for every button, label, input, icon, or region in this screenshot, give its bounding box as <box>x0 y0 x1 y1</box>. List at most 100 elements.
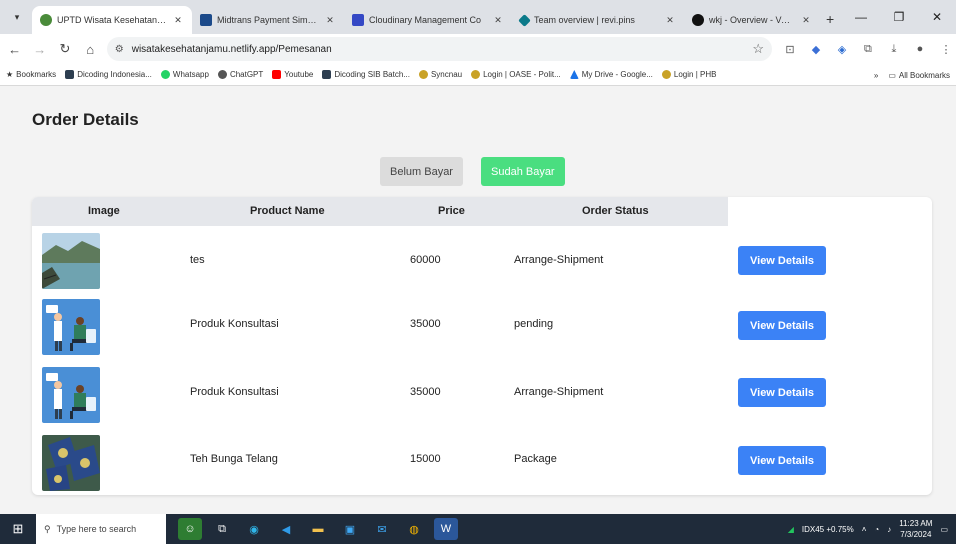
stocks-widget[interactable]: IDX45 +0.75% <box>802 525 854 534</box>
close-icon[interactable]: ✕ <box>800 15 812 26</box>
windows-start-icon[interactable]: ⊞ <box>0 521 36 537</box>
file-explorer-icon[interactable]: ▬ <box>306 518 330 540</box>
tab-title: Team overview | revi.pins <box>534 15 635 25</box>
bookmark-item[interactable]: Login | PHB <box>661 70 716 79</box>
tab-search-icon[interactable]: ▾ <box>6 6 28 28</box>
table-header: Image Product Name Price Order Status <box>32 197 728 226</box>
browser-tab[interactable]: Midtrans Payment Simulator ✕ <box>192 6 344 34</box>
youtube-icon <box>272 70 282 79</box>
close-icon[interactable]: ✕ <box>324 15 336 26</box>
store-icon[interactable]: ▣ <box>338 518 362 540</box>
close-icon[interactable]: ✕ <box>172 15 184 26</box>
chevron-up-icon[interactable]: ˄ <box>862 525 867 534</box>
table-row: tes 60000 Arrange-Shipment View Details <box>32 226 932 295</box>
browser-tab-active[interactable]: UPTD Wisata Kesehatan Jam ✕ <box>32 6 192 34</box>
order-status: Arrange-Shipment <box>514 386 604 398</box>
search-icon: ⚲ <box>44 523 51 534</box>
bookmark-favicon-icon <box>65 70 75 79</box>
chevron-right-icon[interactable]: » <box>874 71 878 80</box>
stocks-icon: ◢ <box>787 524 794 534</box>
header-price: Price <box>438 205 465 217</box>
browser-toolbar: ← → ↻ ⌂ ⚙ wisatakesehatanjamu.netlify.ap… <box>0 34 956 64</box>
header-image: Image <box>88 205 120 217</box>
clock[interactable]: 11:23 AM 7/3/2024 <box>899 518 932 540</box>
vscode-icon[interactable]: ◀ <box>274 518 298 540</box>
tab-title: Midtrans Payment Simulator <box>217 15 319 25</box>
address-bar[interactable]: ⚙ wisatakesehatanjamu.netlify.app/Pemesa… <box>106 37 772 61</box>
bookmark-star-icon[interactable]: ☆ <box>752 41 764 57</box>
product-name: tes <box>190 254 205 266</box>
bookmarks-label: ★ Bookmarks <box>6 70 57 79</box>
table-row: Produk Konsultasi 35000 pending View Det… <box>32 295 932 364</box>
all-bookmarks[interactable]: ▭ All Bookmarks <box>888 71 956 80</box>
taskbar-search[interactable]: ⚲ Type here to search <box>36 514 166 544</box>
product-name: Produk Konsultasi <box>190 386 279 398</box>
tab-title: Cloudinary Management Co <box>369 15 482 25</box>
bookmark-item[interactable]: My Drive - Google... <box>569 70 653 79</box>
forward-icon[interactable]: → <box>29 42 50 57</box>
folder-icon: ▭ <box>888 70 896 80</box>
close-icon[interactable]: ✕ <box>664 15 676 26</box>
tab-title: wkj - Overview - Vercel <box>709 15 795 25</box>
browser-tab[interactable]: wkj - Overview - Vercel ✕ <box>684 6 820 34</box>
bookmark-favicon-icon <box>471 70 481 79</box>
chrome-icon[interactable]: ◍ <box>402 518 426 540</box>
extension-icon[interactable]: ◈ <box>832 43 852 56</box>
system-tray: ◢ IDX45 +0.75% ˄ ◔ ♪ 11:23 AM 7/3/2024 ▭ <box>788 518 956 540</box>
close-window-icon[interactable]: ✕ <box>918 10 956 24</box>
extensions-puzzle-icon[interactable]: ⧉ <box>858 43 878 56</box>
browser-tab[interactable]: Cloudinary Management Co ✕ <box>344 6 512 34</box>
network-icon[interactable]: ◔ <box>874 525 879 534</box>
cortana-icon[interactable]: ☺ <box>178 518 202 540</box>
maximize-icon[interactable]: ❐ <box>880 10 918 24</box>
bookmark-item[interactable]: Dicoding Indonesia... <box>65 70 152 79</box>
download-icon[interactable]: ⤓ <box>884 43 904 56</box>
google-drive-icon <box>569 70 579 79</box>
menu-icon[interactable]: ⋮ <box>936 43 956 56</box>
view-details-button[interactable]: View Details <box>738 446 826 475</box>
reload-icon[interactable]: ↻ <box>54 41 75 57</box>
bookmark-item[interactable]: Login | OASE - Polit... <box>471 70 561 79</box>
bookmark-item[interactable]: Youtube <box>272 70 313 79</box>
notification-icon[interactable]: ▭ <box>940 525 948 534</box>
back-icon[interactable]: ← <box>4 42 25 57</box>
clock-date: 7/3/2024 <box>900 530 932 539</box>
bookmark-item[interactable]: ChatGPT <box>217 70 263 79</box>
translate-icon[interactable]: ⊡ <box>780 43 800 56</box>
header-order-status: Order Status <box>582 205 649 217</box>
unpaid-filter-button[interactable]: Belum Bayar <box>380 157 463 186</box>
minimize-icon[interactable]: — <box>842 10 880 24</box>
view-details-button[interactable]: View Details <box>738 246 826 275</box>
extension-icon[interactable]: ◆ <box>806 43 826 56</box>
product-image-landscape <box>42 233 100 289</box>
tab-title: UPTD Wisata Kesehatan Jam <box>57 15 167 25</box>
order-status: Package <box>514 453 557 465</box>
url-text: wisatakesehatanjamu.netlify.app/Pemesana… <box>131 43 332 55</box>
profile-icon[interactable]: ● <box>910 43 930 55</box>
product-name: Produk Konsultasi <box>190 318 279 330</box>
browser-tab[interactable]: Team overview | revi.pins ✕ <box>512 6 684 34</box>
clock-time: 11:23 AM <box>899 519 933 528</box>
paid-filter-button[interactable]: Sudah Bayar <box>481 157 565 186</box>
mail-icon[interactable]: ✉ <box>370 518 394 540</box>
product-price: 15000 <box>410 453 441 465</box>
bookmark-item[interactable]: Syncnau <box>418 70 462 79</box>
bookmark-item[interactable]: Whatsapp <box>160 70 209 79</box>
site-favicon-icon <box>200 14 212 26</box>
close-icon[interactable]: ✕ <box>492 15 504 26</box>
task-view-icon[interactable]: ⧉ <box>210 518 234 540</box>
bookmark-favicon-icon <box>418 70 428 79</box>
site-info-icon[interactable]: ⚙ <box>115 44 124 55</box>
order-status: Arrange-Shipment <box>514 254 604 266</box>
product-name: Teh Bunga Telang <box>190 453 278 465</box>
word-icon[interactable]: W <box>434 518 458 540</box>
new-tab-button[interactable]: + <box>826 11 834 27</box>
product-image-tea-package <box>42 435 100 491</box>
bookmark-favicon-icon <box>661 70 671 79</box>
home-icon[interactable]: ⌂ <box>80 42 101 57</box>
bookmark-item[interactable]: Dicoding SIB Batch... <box>322 70 410 79</box>
view-details-button[interactable]: View Details <box>738 311 826 340</box>
edge-icon[interactable]: ◉ <box>242 518 266 540</box>
volume-icon[interactable]: ♪ <box>887 525 891 534</box>
view-details-button[interactable]: View Details <box>738 378 826 407</box>
